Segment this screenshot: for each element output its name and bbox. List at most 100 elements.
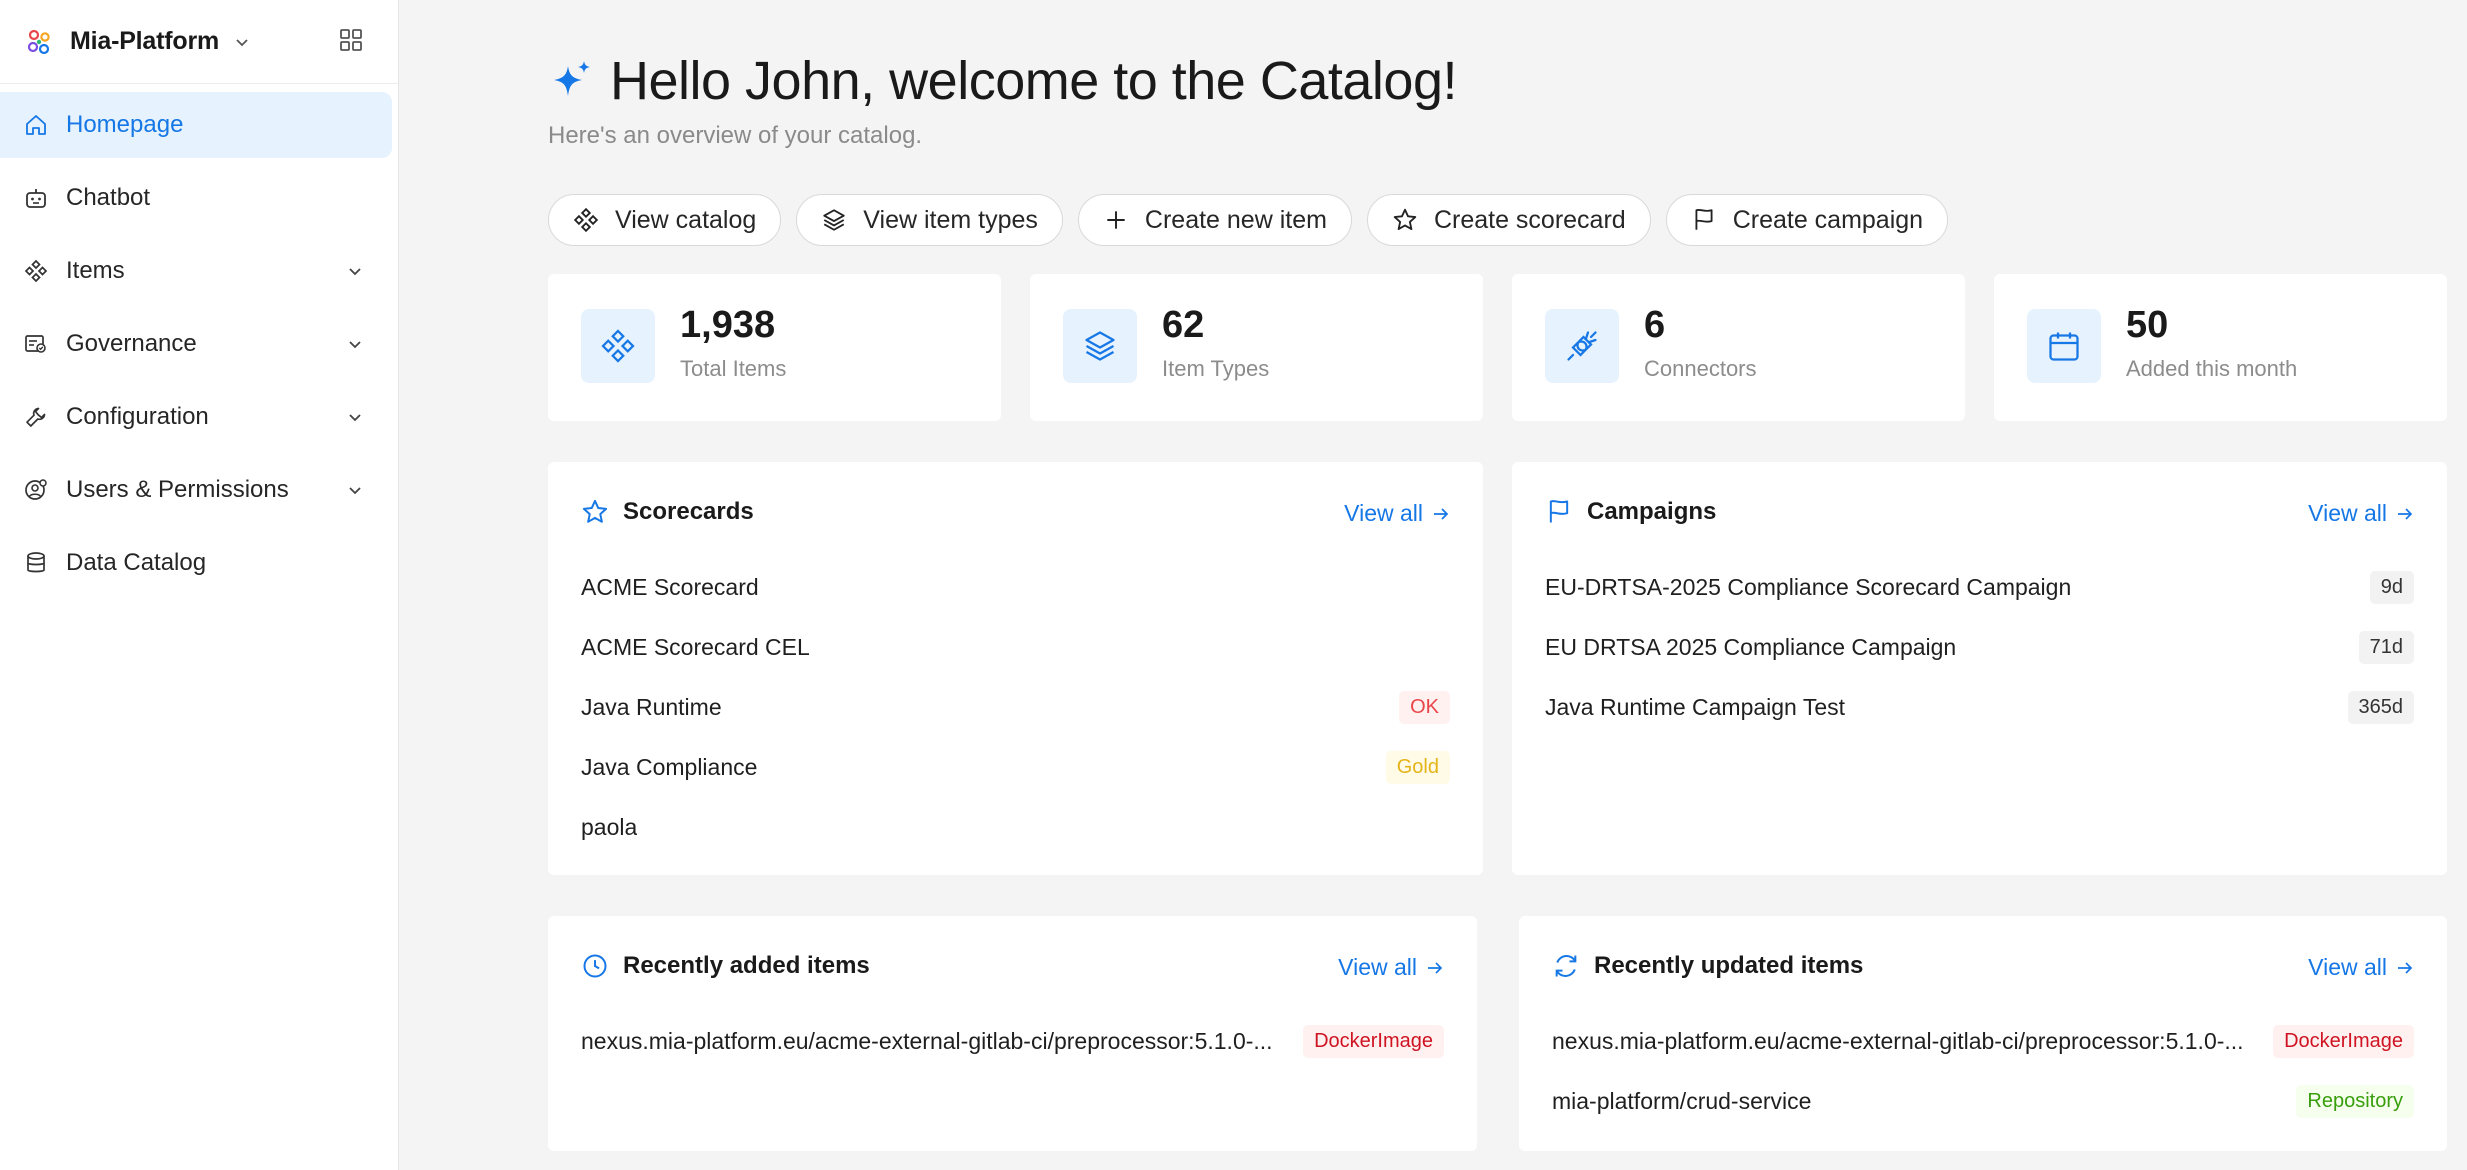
campaigns-view-all-link[interactable]: View all xyxy=(2308,500,2415,527)
sidebar-item-users-permissions[interactable]: Users & Permissions xyxy=(0,457,392,523)
user-settings-icon xyxy=(25,479,47,500)
chevron-down-icon xyxy=(349,414,361,422)
stat-icon-box xyxy=(1545,309,1619,383)
item-type-badge: Repository xyxy=(2296,1084,2414,1118)
item-name: nexus.mia-platform.eu/acme-external-gitl… xyxy=(581,1027,1273,1054)
quick-actions: View catalog View item types Create new … xyxy=(548,194,1963,246)
stat-label: Total Items xyxy=(680,356,787,381)
sidebar-item-configuration[interactable]: Configuration xyxy=(0,384,392,450)
card-header: Campaigns xyxy=(1545,498,1716,526)
recently-added-list: nexus.mia-platform.eu/acme-external-gitl… xyxy=(581,1011,1444,1071)
list-item[interactable]: EU-DRTSA-2025 Compliance Scorecard Campa… xyxy=(1545,557,2414,617)
recently-added-card: Recently added items View all nexus.mia-… xyxy=(548,916,1477,1151)
layers-icon xyxy=(823,209,845,231)
button-label: Create new item xyxy=(1144,205,1327,234)
card-header: Scorecards xyxy=(581,498,754,526)
recently-updated-card: Recently updated items View all nexus.mi… xyxy=(1519,916,2447,1151)
stat-card-total-items: 1,938 Total Items xyxy=(548,274,1001,421)
stats-row: 1,938 Total Items 62 Item Types 6 Connec… xyxy=(548,274,2447,421)
sidebar: Mia-Platform Homepage Chatbot Items Gove… xyxy=(0,0,399,1170)
star-icon xyxy=(1393,208,1417,231)
button-label: Create scorecard xyxy=(1433,205,1626,234)
robot-icon xyxy=(26,189,46,208)
flag-icon xyxy=(1695,208,1713,230)
link-label: View all xyxy=(1344,500,1423,526)
list-item[interactable]: nexus.mia-platform.eu/acme-external-gitl… xyxy=(581,1011,1444,1071)
create-new-item-button[interactable]: Create new item xyxy=(1077,194,1352,246)
arrow-right-icon xyxy=(2398,961,2413,974)
star-icon xyxy=(582,499,608,523)
stat-value: 6 xyxy=(1644,304,1666,346)
brand-switcher[interactable]: Mia-Platform xyxy=(0,0,398,84)
list-item[interactable]: mia-platform/crud-service Repository xyxy=(1552,1071,2414,1131)
sidebar-item-chatbot[interactable]: Chatbot xyxy=(0,165,392,231)
sidebar-item-label: Governance xyxy=(66,330,197,357)
plus-icon xyxy=(1107,211,1125,229)
chevron-down-icon xyxy=(236,38,248,46)
stat-icon-box xyxy=(2027,309,2101,383)
list-item[interactable]: Java Runtime OK xyxy=(581,677,1450,737)
page-title: Hello John, welcome to the Catalog! xyxy=(610,51,1457,111)
app-grid-icon[interactable] xyxy=(338,27,364,53)
scorecards-list: ACME Scorecard ACME Scorecard CEL Java R… xyxy=(581,557,1450,857)
brand-name: Mia-Platform xyxy=(70,27,220,55)
card-title: Recently updated items xyxy=(1594,952,1864,979)
stat-card-connectors: 6 Connectors xyxy=(1512,274,1965,421)
wrench-icon xyxy=(26,407,46,427)
arrow-right-icon xyxy=(2398,507,2413,520)
view-catalog-button[interactable]: View catalog xyxy=(548,194,782,246)
campaigns-card: Campaigns View all EU-DRTSA-2025 Complia… xyxy=(1512,462,2447,875)
scorecard-name: paola xyxy=(581,813,638,840)
sidebar-item-label: Data Catalog xyxy=(66,549,207,576)
sidebar-item-governance[interactable]: Governance xyxy=(0,311,392,377)
sidebar-nav: Homepage Chatbot Items Governance Config… xyxy=(0,84,398,596)
stat-value: 1,938 xyxy=(680,304,776,346)
list-item[interactable]: paola xyxy=(581,797,1450,857)
recently-added-view-all-link[interactable]: View all xyxy=(1338,954,1445,981)
list-item[interactable]: ACME Scorecard xyxy=(581,557,1450,617)
sidebar-item-data-catalog[interactable]: Data Catalog xyxy=(0,530,392,596)
sidebar-item-homepage[interactable]: Homepage xyxy=(0,92,392,158)
sidebar-item-label: Items xyxy=(66,257,125,284)
arrow-right-icon xyxy=(1428,961,1443,974)
campaigns-list: EU-DRTSA-2025 Compliance Scorecard Campa… xyxy=(1545,557,2414,737)
chevron-down-icon xyxy=(349,487,361,495)
list-item[interactable]: Java Runtime Campaign Test 365d xyxy=(1545,677,2414,737)
status-badge: OK xyxy=(1399,690,1450,724)
stat-card-item-types: 62 Item Types xyxy=(1030,274,1483,421)
sparkles-icon xyxy=(554,61,590,96)
item-type-badge: DockerImage xyxy=(1303,1024,1444,1058)
stat-icon-box xyxy=(1063,309,1137,383)
recently-updated-view-all-link[interactable]: View all xyxy=(2308,954,2415,981)
button-label: View item types xyxy=(863,205,1038,234)
diamond-grid-icon xyxy=(601,329,635,363)
refresh-icon xyxy=(1555,955,1577,977)
stat-label: Connectors xyxy=(1644,356,1757,381)
scorecard-name: Java Compliance xyxy=(581,753,758,780)
list-item[interactable]: Java Compliance Gold xyxy=(581,737,1450,797)
stat-value: 50 xyxy=(2126,304,2169,346)
page-subtitle: Here's an overview of your catalog. xyxy=(548,122,923,149)
chevron-down-icon xyxy=(349,341,361,349)
sidebar-item-items[interactable]: Items xyxy=(0,238,392,304)
scorecard-name: ACME Scorecard CEL xyxy=(581,633,810,660)
create-scorecard-button[interactable]: Create scorecard xyxy=(1366,194,1651,246)
card-title: Scorecards xyxy=(623,498,754,525)
scorecards-view-all-link[interactable]: View all xyxy=(1344,500,1451,527)
list-item[interactable]: nexus.mia-platform.eu/acme-external-gitl… xyxy=(1552,1011,2414,1071)
recently-updated-list: nexus.mia-platform.eu/acme-external-gitl… xyxy=(1552,1011,2414,1131)
view-item-types-button[interactable]: View item types xyxy=(796,194,1063,246)
item-type-badge: DockerImage xyxy=(2273,1024,2414,1058)
create-campaign-button[interactable]: Create campaign xyxy=(1665,194,1949,246)
governance-icon xyxy=(25,335,46,353)
list-item[interactable]: ACME Scorecard CEL xyxy=(581,617,1450,677)
button-label: View catalog xyxy=(615,205,757,234)
link-label: View all xyxy=(2308,954,2387,980)
stat-card-added-this-month: 50 Added this month xyxy=(1994,274,2447,421)
sidebar-item-label: Users & Permissions xyxy=(66,476,289,503)
list-item[interactable]: EU DRTSA 2025 Compliance Campaign 71d xyxy=(1545,617,2414,677)
card-title: Recently added items xyxy=(623,952,870,979)
diamond-grid-icon xyxy=(24,259,48,283)
sidebar-item-label: Configuration xyxy=(66,403,209,430)
plug-icon xyxy=(1567,331,1597,361)
